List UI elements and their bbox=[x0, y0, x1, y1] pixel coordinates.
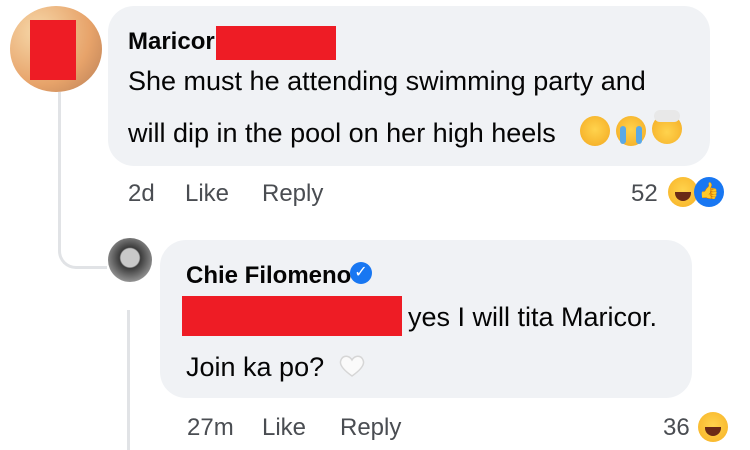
redaction-block bbox=[30, 20, 76, 80]
thread-line bbox=[58, 92, 61, 242]
reply-button[interactable]: Reply bbox=[340, 414, 401, 442]
reply-thread-line bbox=[127, 310, 130, 450]
redacted-surname bbox=[216, 26, 336, 60]
reply-button[interactable]: Reply bbox=[262, 180, 323, 208]
redacted-mention bbox=[182, 296, 402, 336]
haha-reaction-icon bbox=[698, 412, 728, 442]
comment-text-line1: She must he attending swimming party and bbox=[128, 66, 646, 96]
white-heart-icon bbox=[339, 355, 365, 377]
zany-face-icon bbox=[580, 116, 610, 146]
comment-author[interactable]: Maricor bbox=[128, 28, 215, 56]
comment-text-line1: yes I will tita Maricor. bbox=[408, 302, 658, 332]
like-button[interactable]: Like bbox=[185, 180, 229, 208]
comment-time[interactable]: 27m bbox=[187, 414, 234, 442]
verified-badge-icon: ✓ bbox=[350, 262, 372, 284]
comment-author[interactable]: Chie Filomeno bbox=[186, 262, 351, 290]
like-reaction-icon: 👍 bbox=[694, 177, 724, 207]
comment-bubble-1: Maricor She must he attending swimming p… bbox=[108, 6, 710, 166]
reply-connector bbox=[58, 226, 107, 269]
loudly-crying-face-icon bbox=[616, 116, 646, 146]
comment-bubble-2: Chie Filomeno ✓ yes I will tita Maricor.… bbox=[160, 240, 692, 398]
comment-time[interactable]: 2d bbox=[128, 180, 155, 208]
comment-text-line2: will dip in the pool on her high heels bbox=[128, 118, 556, 148]
avatar-chie-filomeno[interactable] bbox=[108, 238, 152, 282]
like-button[interactable]: Like bbox=[262, 414, 306, 442]
exploding-head-icon bbox=[652, 110, 682, 144]
reaction-count[interactable]: 36 bbox=[663, 414, 690, 442]
reaction-count[interactable]: 52 bbox=[631, 180, 658, 208]
avatar-maricor[interactable] bbox=[10, 6, 102, 92]
comment-text-line2: Join ka po? bbox=[186, 352, 325, 382]
